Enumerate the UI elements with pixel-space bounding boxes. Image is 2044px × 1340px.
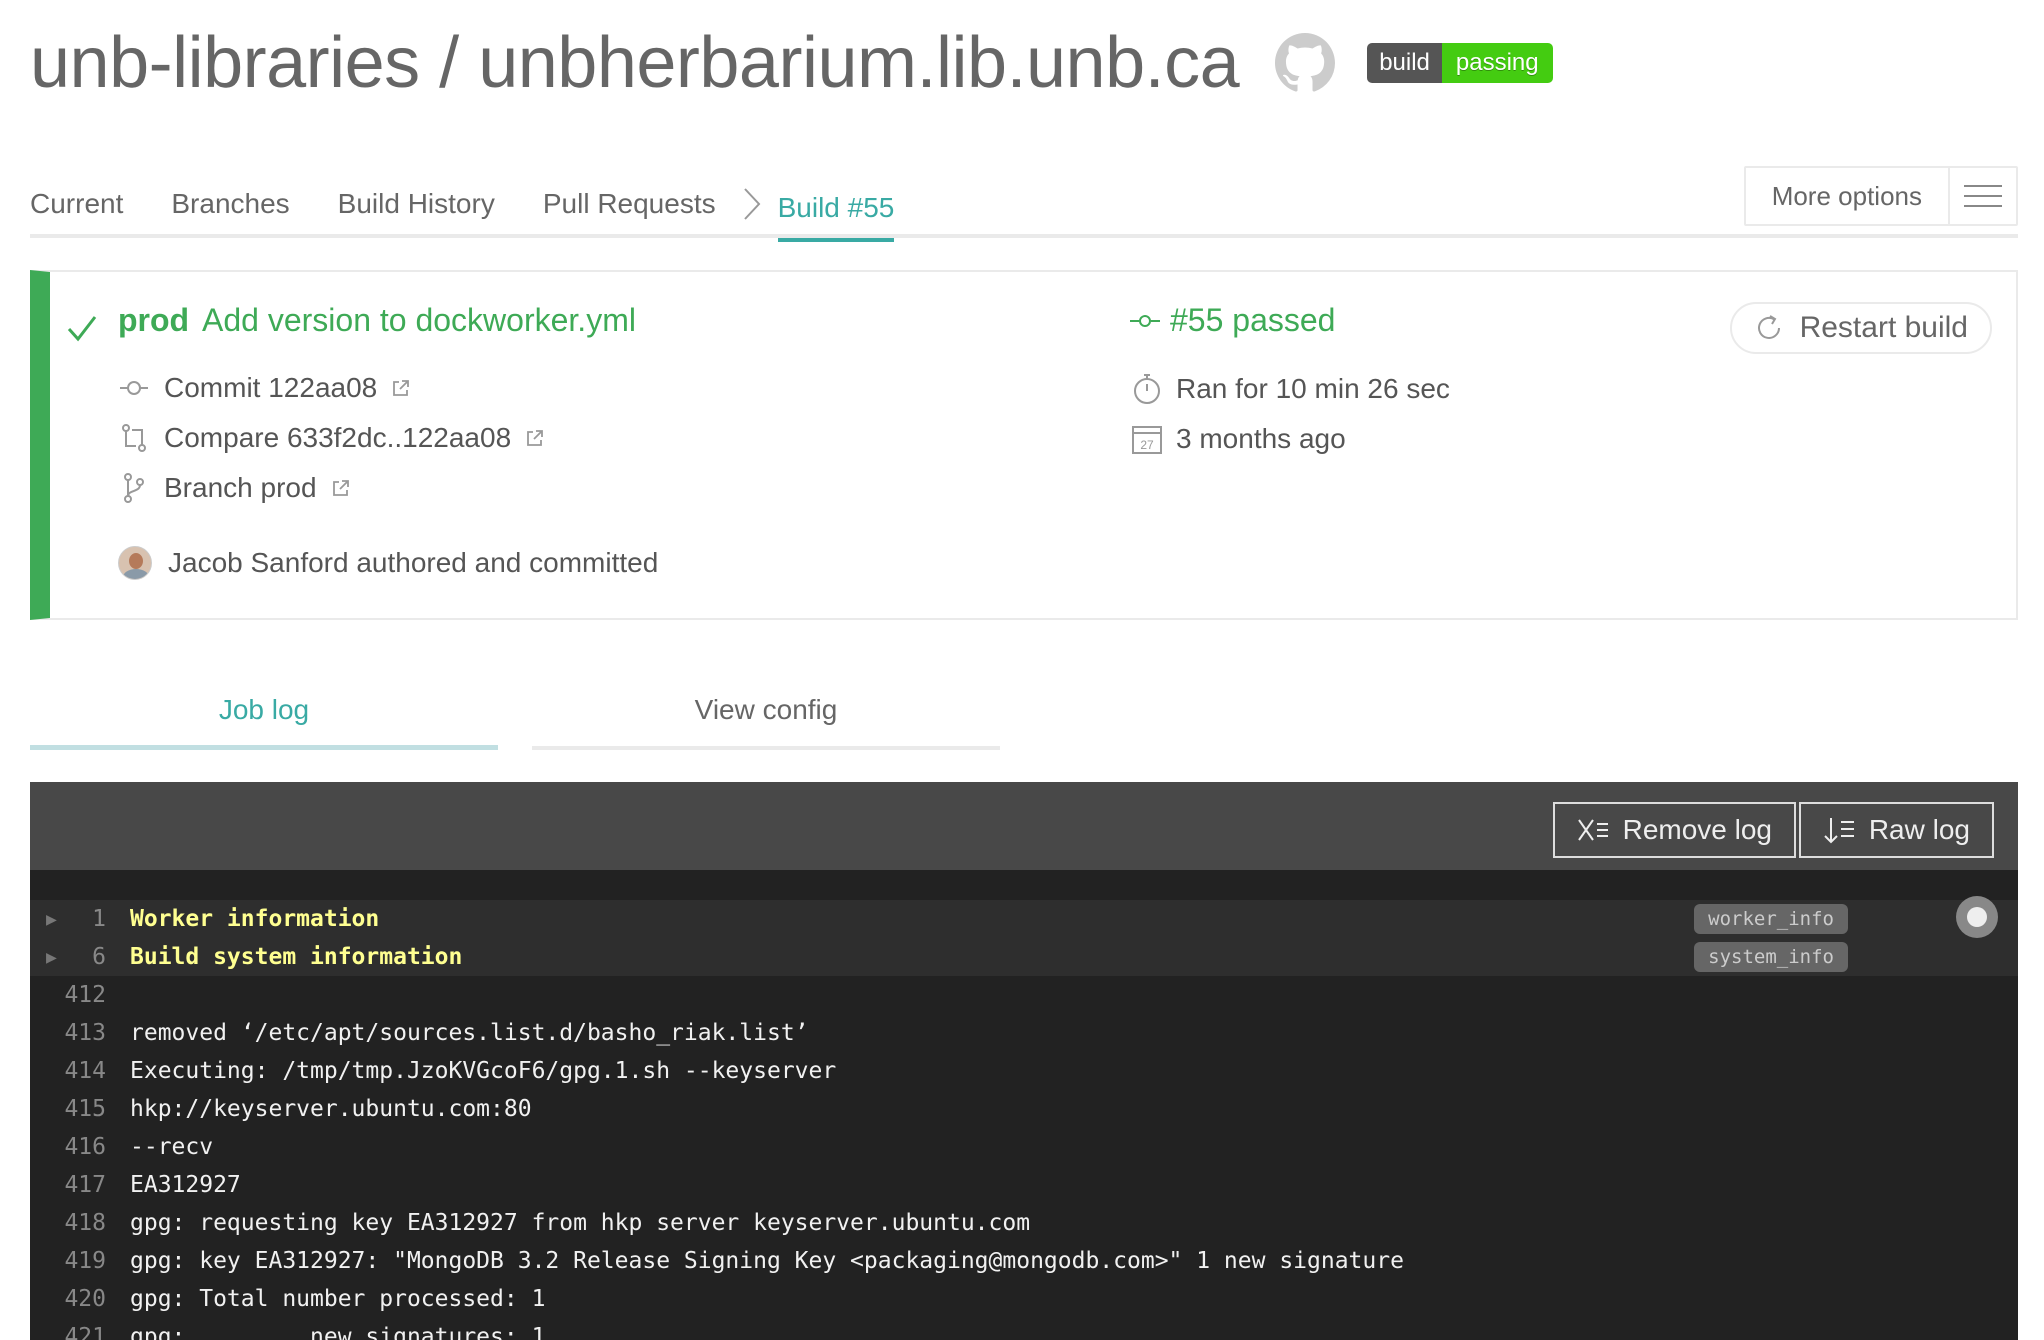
log-text: Build system information [130,944,463,970]
line-number[interactable]: 419 [30,1248,130,1274]
commit-message[interactable]: Add version to dockworker.yml [202,302,636,339]
log-text: --recv [130,1134,214,1160]
remove-log-label: Remove log [1622,814,1772,845]
commit-text: Commit 122aa08 [164,372,378,403]
duration-row: Ran for 10 min 26 sec [1130,372,1450,406]
line-number[interactable]: 420 [30,1286,130,1312]
tab-view-config[interactable]: View config [532,690,1000,750]
raw-log-button[interactable]: Raw log [1798,802,1994,858]
more-options-button[interactable]: More options [1743,166,2018,226]
line-number[interactable]: 415 [30,1096,130,1122]
more-options-label: More options [1746,168,1950,224]
check-icon [67,316,97,342]
log-fold-line[interactable]: ▶ 6 Build system information system_info [30,938,2018,976]
tab-build-history[interactable]: Build History [338,160,495,238]
tab-build-55[interactable]: Build #55 [777,164,895,242]
external-link-icon [332,480,349,496]
log-text: Worker information [130,906,380,932]
log-text: removed ‘/etc/apt/sources.list.d/basho_r… [130,1020,809,1046]
badge-label: build [1367,43,1442,83]
restart-build-button[interactable]: Restart build [1729,302,1992,354]
log-line: 420 gpg: Total number processed: 1 [30,1280,2018,1318]
log-line: 413 removed ‘/etc/apt/sources.list.d/bash… [30,1014,2018,1052]
remove-log-icon [1577,819,1608,841]
log-line: 412 [30,976,2018,1014]
log-line: 418 gpg: requesting key EA312927 from hkp… [30,1204,2018,1242]
hamburger-icon [1950,168,2016,224]
fold-tag: system_info [1694,942,1848,972]
calendar-icon: 27 [1132,426,1162,454]
raw-log-icon [1824,818,1854,844]
compare-icon [122,424,146,452]
line-number[interactable]: 6 [30,944,130,970]
raw-log-label: Raw log [1868,814,1970,845]
author-row: Jacob Sanford authored and committed [118,546,658,580]
date-row: 27 3 months ago [1130,422,1346,456]
line-number[interactable]: 412 [30,982,130,1008]
commit-icon [120,381,148,395]
build-status-text: #55 passed [1170,302,1336,338]
line-number[interactable]: 414 [30,1058,130,1084]
build-branch[interactable]: prod [118,302,189,339]
build-status[interactable]: #55 passed [1130,302,1335,339]
log-text: gpg: requesting key EA312927 from hkp se… [130,1210,1031,1236]
date-text: 3 months ago [1176,423,1346,454]
fold-arrow-icon: ▶ [46,946,57,968]
log-text: gpg: Total number processed: 1 [130,1286,546,1312]
log-tabs: Job log View config [30,690,1000,750]
commit-icon [1130,314,1160,327]
line-number[interactable]: 421 [30,1324,130,1340]
log-text: gpg: key EA312927: "MongoDB 3.2 Release … [130,1248,1404,1274]
log-body: ▶ 1 Worker information worker_info ▶ 6 B… [30,870,2018,1340]
line-number[interactable]: 1 [30,906,130,932]
line-number[interactable]: 413 [30,1020,130,1046]
log-fold-line[interactable]: ▶ 1 Worker information worker_info [30,900,2018,938]
repo-header: unb-libraries / unbherbarium.lib.unb.ca … [30,18,1553,108]
external-link-icon [527,430,544,446]
line-number[interactable]: 417 [30,1172,130,1198]
scroll-to-bottom-button[interactable] [1956,896,1998,938]
compare-link[interactable]: Compare 633f2dc..122aa08 [118,422,545,454]
badge-value: passing [1441,43,1553,83]
build-summary: prod Add version to dockworker.yml Commi… [30,270,2018,620]
repo-title[interactable]: unb-libraries / unbherbarium.lib.unb.ca [30,22,1240,104]
restart-build-label: Restart build [1799,311,1968,344]
fold-arrow-icon: ▶ [46,908,57,930]
github-icon[interactable] [1275,33,1336,93]
log-text: gpg: new signatures: 1 [130,1324,546,1340]
branch-text: Branch prod [164,472,317,503]
external-link-icon [393,380,410,396]
log-line: 421 gpg: new signatures: 1 [30,1318,2018,1340]
remove-log-button[interactable]: Remove log [1552,802,1796,858]
chevron-right-icon [743,188,760,220]
branch-icon [124,473,144,503]
commit-link[interactable]: Commit 122aa08 [118,372,411,404]
author-avatar [118,546,152,580]
line-number[interactable]: 416 [30,1134,130,1160]
log-toolbar: Remove log Raw log [30,782,2018,870]
tab-job-log[interactable]: Job log [30,690,498,750]
branch-link[interactable]: Branch prod [118,472,351,504]
duration-text: Ran for 10 min 26 sec [1176,373,1450,404]
log-line: 417 EA312927 [30,1166,2018,1204]
compare-text: Compare 633f2dc..122aa08 [164,422,512,453]
line-number[interactable]: 418 [30,1210,130,1236]
author-text: Jacob Sanford authored and committed [168,547,659,578]
log-line: 419 gpg: key EA312927: "MongoDB 3.2 Relea… [30,1242,2018,1280]
tab-current[interactable]: Current [30,160,123,238]
repo-nav: Current Branches Build History Pull Requ… [30,160,2018,242]
fold-tag: worker_info [1694,904,1848,934]
log-text: Executing: /tmp/tmp.JzoKVGcoF6/gpg.1.sh … [130,1058,837,1084]
restart-icon [1757,315,1780,339]
log-text: EA312927 [130,1172,241,1198]
build-status-badge[interactable]: build passing [1367,43,1553,83]
svg-text:27: 27 [1140,438,1154,452]
tab-pull-requests[interactable]: Pull Requests [543,160,716,238]
log-text: hkp://keyserver.ubuntu.com:80 [130,1096,532,1122]
tab-branches[interactable]: Branches [171,160,289,238]
log-line: 416 --recv [30,1128,2018,1166]
log-line: 414 Executing: /tmp/tmp.JzoKVGcoF6/gpg.1.… [30,1052,2018,1090]
stopwatch-icon [1134,374,1160,404]
log-line: 415 hkp://keyserver.ubuntu.com:80 [30,1090,2018,1128]
